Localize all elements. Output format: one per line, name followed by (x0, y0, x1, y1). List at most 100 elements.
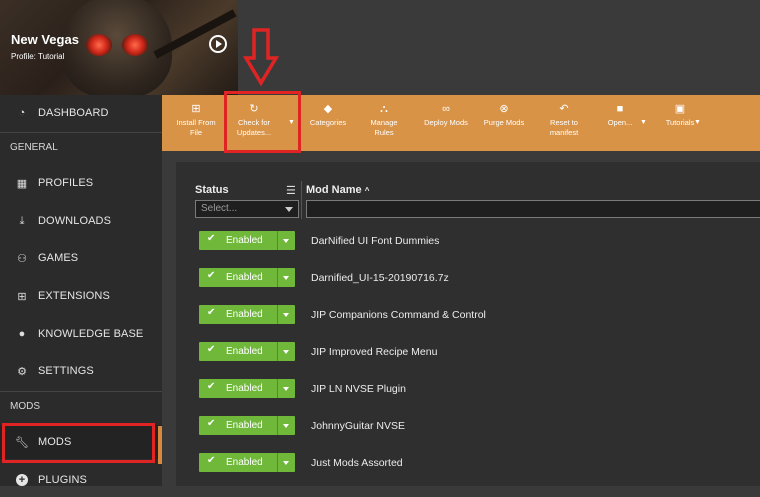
check-icon: ✔ (207, 270, 216, 281)
button-label: Tutorials (665, 118, 695, 127)
section-mods: MODS (10, 401, 40, 412)
sidebar-item-label: PLUGINS (38, 474, 87, 486)
game-profile: Profile: Tutorial (11, 52, 65, 61)
tag-icon: ◆ (323, 103, 333, 115)
plus-icon: + (15, 473, 29, 487)
table-row[interactable]: ✔ Enabled JIP LN NVSE Plugin (176, 378, 760, 415)
status-toggle-button[interactable]: ✔ Enabled (199, 268, 295, 287)
status-toggle-button[interactable]: ✔ Enabled (199, 416, 295, 435)
link-icon: ∞ (442, 103, 450, 115)
button-label: Install From (176, 118, 216, 127)
sidebar-item-dashboard[interactable]: ◔ DASHBOARD (0, 96, 162, 130)
status-toggle-button[interactable]: ✔ Enabled (199, 305, 295, 324)
check-icon: ✔ (207, 455, 216, 466)
mod-name: JIP LN NVSE Plugin (311, 383, 406, 395)
mod-name-filter-input[interactable] (306, 200, 760, 218)
button-label: Rules (374, 128, 394, 137)
sidebar-item-knowledge-base[interactable]: ● KNOWLEDGE BASE (0, 317, 162, 351)
chevron-down-icon (285, 207, 293, 212)
table-row[interactable]: ✔ Enabled Darnified_UI-15-20190716.7z (176, 267, 760, 304)
gear-icon: ⚙ (17, 365, 27, 378)
table-row[interactable]: ✔ Enabled JIP Improved Recipe Menu (176, 341, 760, 378)
chevron-down-icon[interactable] (277, 268, 295, 287)
check-icon: ✔ (207, 307, 216, 318)
button-label: Reset to (550, 118, 578, 127)
mod-name: DarNified UI Font Dummies (311, 235, 440, 247)
table-row[interactable]: ✔ Enabled JIP Companions Command & Control (176, 304, 760, 341)
open-button[interactable]: ■ Open... (600, 103, 640, 128)
mod-name: JohnnyGuitar NVSE (311, 420, 405, 432)
highlight-box-check-updates (224, 91, 301, 153)
status-toggle-button[interactable]: ✔ Enabled (199, 231, 295, 250)
unlink-icon: ⊗ (499, 103, 509, 115)
sidebar-item-profiles[interactable]: ▦ PROFILES (0, 166, 162, 200)
chevron-down-icon[interactable] (277, 342, 295, 361)
chevron-down-icon[interactable] (277, 305, 295, 324)
mod-name-column-header[interactable]: Mod Name ^ (306, 184, 369, 196)
section-general: GENERAL (10, 142, 58, 153)
sidebar-item-label: SETTINGS (38, 365, 94, 377)
sidebar-item-label: DASHBOARD (38, 107, 109, 119)
active-indicator (158, 426, 162, 464)
categories-button[interactable]: ◆ Categories (304, 103, 352, 128)
sidebar-item-plugins[interactable]: + PLUGINS (0, 463, 162, 497)
install-from-file-button[interactable]: ⊞ Install From File (172, 103, 220, 138)
sort-asc-icon: ^ (364, 186, 370, 195)
folder-icon: ■ (616, 103, 624, 115)
highlight-box-mods (2, 423, 155, 463)
button-label: Purge Mods (483, 118, 525, 127)
helmet-eye-left (86, 34, 112, 56)
column-divider[interactable] (301, 181, 302, 219)
chevron-down-icon[interactable] (277, 379, 295, 398)
status-label: Enabled (226, 235, 263, 246)
play-icon[interactable] (209, 35, 227, 53)
hierarchy-icon: ⛬ (380, 103, 388, 115)
info-icon: ● (18, 328, 26, 340)
check-icon: ✔ (207, 418, 216, 429)
mod-name: Just Mods Assorted (311, 457, 403, 469)
status-toggle-button[interactable]: ✔ Enabled (199, 379, 295, 398)
table-row[interactable]: ✔ Enabled DarNified UI Font Dummies (176, 230, 760, 267)
status-column-header[interactable]: Status (195, 184, 229, 196)
dashboard-icon: ◔ (18, 107, 26, 119)
check-icon: ✔ (207, 233, 216, 244)
sidebar-item-downloads[interactable]: ⤓ DOWNLOADS (0, 204, 162, 238)
download-icon: ⤓ (19, 214, 25, 227)
chevron-down-icon[interactable]: ▼ (640, 119, 647, 126)
sidebar-item-label: KNOWLEDGE BASE (38, 328, 144, 340)
game-header[interactable]: New Vegas Profile: Tutorial (0, 0, 238, 95)
chevron-down-icon[interactable]: ▼ (694, 119, 701, 126)
purge-mods-button[interactable]: ⊗ Purge Mods (478, 103, 530, 128)
sidebar-item-label: EXTENSIONS (38, 290, 110, 302)
profiles-icon: ▦ (16, 177, 28, 190)
deploy-mods-button[interactable]: ∞ Deploy Mods (418, 103, 474, 128)
status-filter-select[interactable]: Select... (195, 200, 299, 218)
mod-name: JIP Improved Recipe Menu (311, 346, 438, 358)
button-label: Manage (370, 118, 398, 127)
button-label: manifest (549, 128, 579, 137)
chevron-down-icon[interactable] (277, 416, 295, 435)
list-icon[interactable]: ☰ (286, 184, 296, 197)
plus-box-icon: ⊞ (191, 103, 201, 115)
sidebar-item-extensions[interactable]: ⊞ EXTENSIONS (0, 279, 162, 313)
chevron-down-icon[interactable] (277, 453, 295, 472)
status-label: Enabled (226, 309, 263, 320)
extensions-icon: ⊞ (17, 290, 27, 303)
select-placeholder: Select... (201, 203, 238, 214)
status-toggle-button[interactable]: ✔ Enabled (199, 342, 295, 361)
button-label: Open... (607, 118, 633, 127)
divider (0, 391, 162, 392)
divider (0, 132, 162, 133)
reset-to-manifest-button[interactable]: ↶ Reset to manifest (538, 103, 590, 138)
button-label: Categories (309, 118, 347, 127)
undo-icon: ↶ (559, 103, 569, 115)
status-label: Enabled (226, 420, 263, 431)
sidebar-item-settings[interactable]: ⚙ SETTINGS (0, 354, 162, 388)
sidebar-item-games[interactable]: ⚇ GAMES (0, 241, 162, 275)
table-row[interactable]: ✔ Enabled Just Mods Assorted (176, 452, 760, 489)
status-toggle-button[interactable]: ✔ Enabled (199, 453, 295, 472)
chevron-down-icon[interactable] (277, 231, 295, 250)
table-row[interactable]: ✔ Enabled JohnnyGuitar NVSE (176, 415, 760, 452)
button-label: File (189, 128, 203, 137)
manage-rules-button[interactable]: ⛬ Manage Rules (362, 103, 406, 138)
